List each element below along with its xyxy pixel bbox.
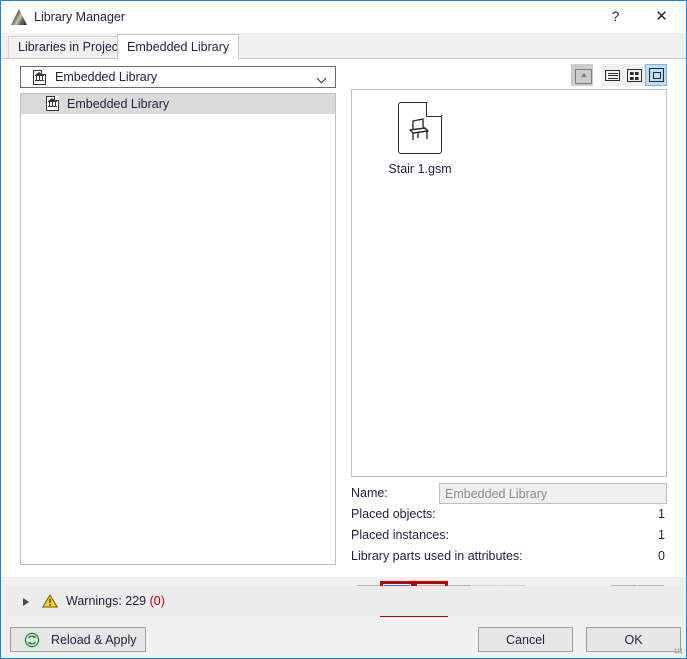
placed-instances-row: Placed instances: 1: [351, 525, 667, 546]
placed-objects-label: Placed objects:: [351, 507, 436, 521]
attributes-usage-label: Library parts used in attributes:: [351, 549, 523, 563]
dialog-footer: Reload & Apply Cancel OK: [1, 620, 686, 658]
list-view-icon: [605, 70, 620, 81]
refresh-circle-icon: [24, 632, 40, 648]
file-item-label: Stair 1.gsm: [388, 162, 452, 176]
placed-instances-value: 1: [658, 528, 665, 542]
placed-objects-value: 1: [658, 507, 665, 521]
attributes-usage-value: 0: [658, 549, 665, 563]
reload-apply-label: Reload & Apply: [51, 632, 137, 647]
warnings-error-count: (0): [149, 594, 165, 608]
file-item[interactable]: Stair 1.gsm: [375, 102, 465, 177]
reload-apply-button[interactable]: Reload & Apply: [10, 627, 146, 652]
chevron-down-icon[interactable]: [318, 75, 327, 80]
content-panel: Embedded Library Embedded Library Stair …: [1, 58, 686, 617]
up-folder-icon: [575, 69, 592, 84]
list-view-button[interactable]: [601, 64, 623, 86]
title-bar: Library Manager ? ✕: [1, 1, 686, 34]
warnings-count-text: Warnings: 229: [66, 594, 150, 608]
details-view-button[interactable]: [623, 64, 645, 86]
large-icon-view-button[interactable]: [645, 64, 667, 86]
tab-libraries-in-project[interactable]: Libraries in Project: [8, 36, 132, 59]
placed-objects-row: Placed objects: 1: [351, 504, 667, 525]
help-button[interactable]: ?: [593, 1, 638, 32]
tree-item-label: Embedded Library: [67, 97, 170, 111]
resize-grip[interactable]: [674, 646, 683, 655]
library-select-value: Embedded Library: [55, 70, 158, 84]
name-label: Name:: [351, 486, 388, 500]
go-up-folder-button[interactable]: [571, 64, 593, 86]
warnings-label: Warnings: 229 (0): [66, 594, 165, 609]
tab-strip: Libraries in Project Embedded Library: [1, 33, 686, 59]
placed-instances-label: Placed instances:: [351, 528, 449, 542]
cancel-button[interactable]: Cancel: [478, 627, 573, 652]
file-browser-panel[interactable]: Stair 1.gsm: [351, 89, 667, 477]
warnings-bar[interactable]: Warnings: 229 (0): [8, 586, 682, 616]
warning-triangle-icon: [42, 594, 58, 608]
window-title: Library Manager: [34, 10, 126, 24]
embedded-library-icon: [46, 96, 60, 112]
library-select-combo[interactable]: Embedded Library: [20, 66, 336, 88]
large-icon-view-icon: [649, 68, 664, 82]
view-mode-toolbar: [567, 64, 679, 90]
grid-view-icon: [627, 69, 642, 82]
tab-embedded-library[interactable]: Embedded Library: [117, 34, 240, 59]
name-field[interactable]: [439, 483, 667, 504]
ok-button[interactable]: OK: [586, 627, 681, 652]
library-info-panel: Name: Placed objects: 1 Placed instances…: [351, 483, 667, 567]
tree-item-embedded-library[interactable]: Embedded Library: [21, 94, 335, 114]
library-tree[interactable]: Embedded Library: [20, 93, 336, 565]
close-icon[interactable]: ✕: [639, 1, 684, 32]
library-manager-window: Library Manager ? ✕ Libraries in Project…: [0, 0, 687, 659]
archicad-logo-icon: [11, 9, 27, 25]
attributes-usage-row: Library parts used in attributes: 0: [351, 546, 667, 567]
gsm-object-icon: [398, 102, 442, 154]
name-row: Name:: [351, 483, 667, 504]
embedded-library-icon: [33, 70, 47, 86]
triangle-right-icon[interactable]: [23, 598, 29, 606]
